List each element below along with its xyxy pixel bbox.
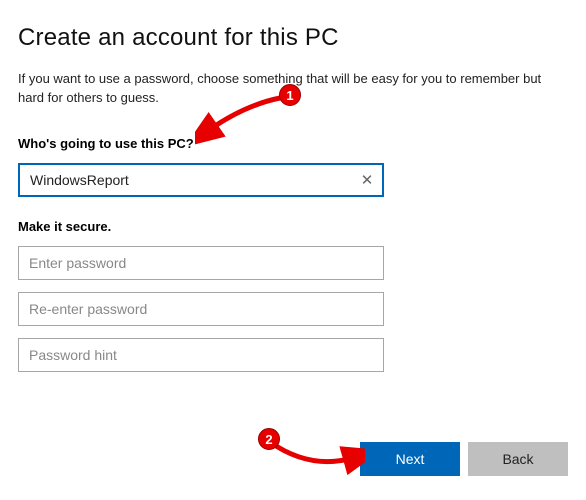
secure-label: Make it secure. [18, 219, 568, 234]
page-title: Create an account for this PC [18, 24, 568, 52]
username-input[interactable] [20, 165, 352, 195]
arrow-icon [255, 430, 365, 480]
next-button[interactable]: Next [360, 442, 460, 476]
back-button[interactable]: Back [468, 442, 568, 476]
button-row: Next Back [360, 442, 568, 476]
username-input-wrap: ✕ [18, 163, 384, 197]
password-input[interactable] [18, 246, 384, 280]
page-subtitle: If you want to use a password, choose so… [18, 70, 558, 108]
username-label: Who's going to use this PC? [18, 136, 568, 151]
close-icon: ✕ [361, 171, 374, 189]
clear-username-button[interactable]: ✕ [352, 165, 382, 195]
confirm-password-input[interactable] [18, 292, 384, 326]
annotation-badge-2: 2 [258, 428, 280, 450]
password-hint-input[interactable] [18, 338, 384, 372]
